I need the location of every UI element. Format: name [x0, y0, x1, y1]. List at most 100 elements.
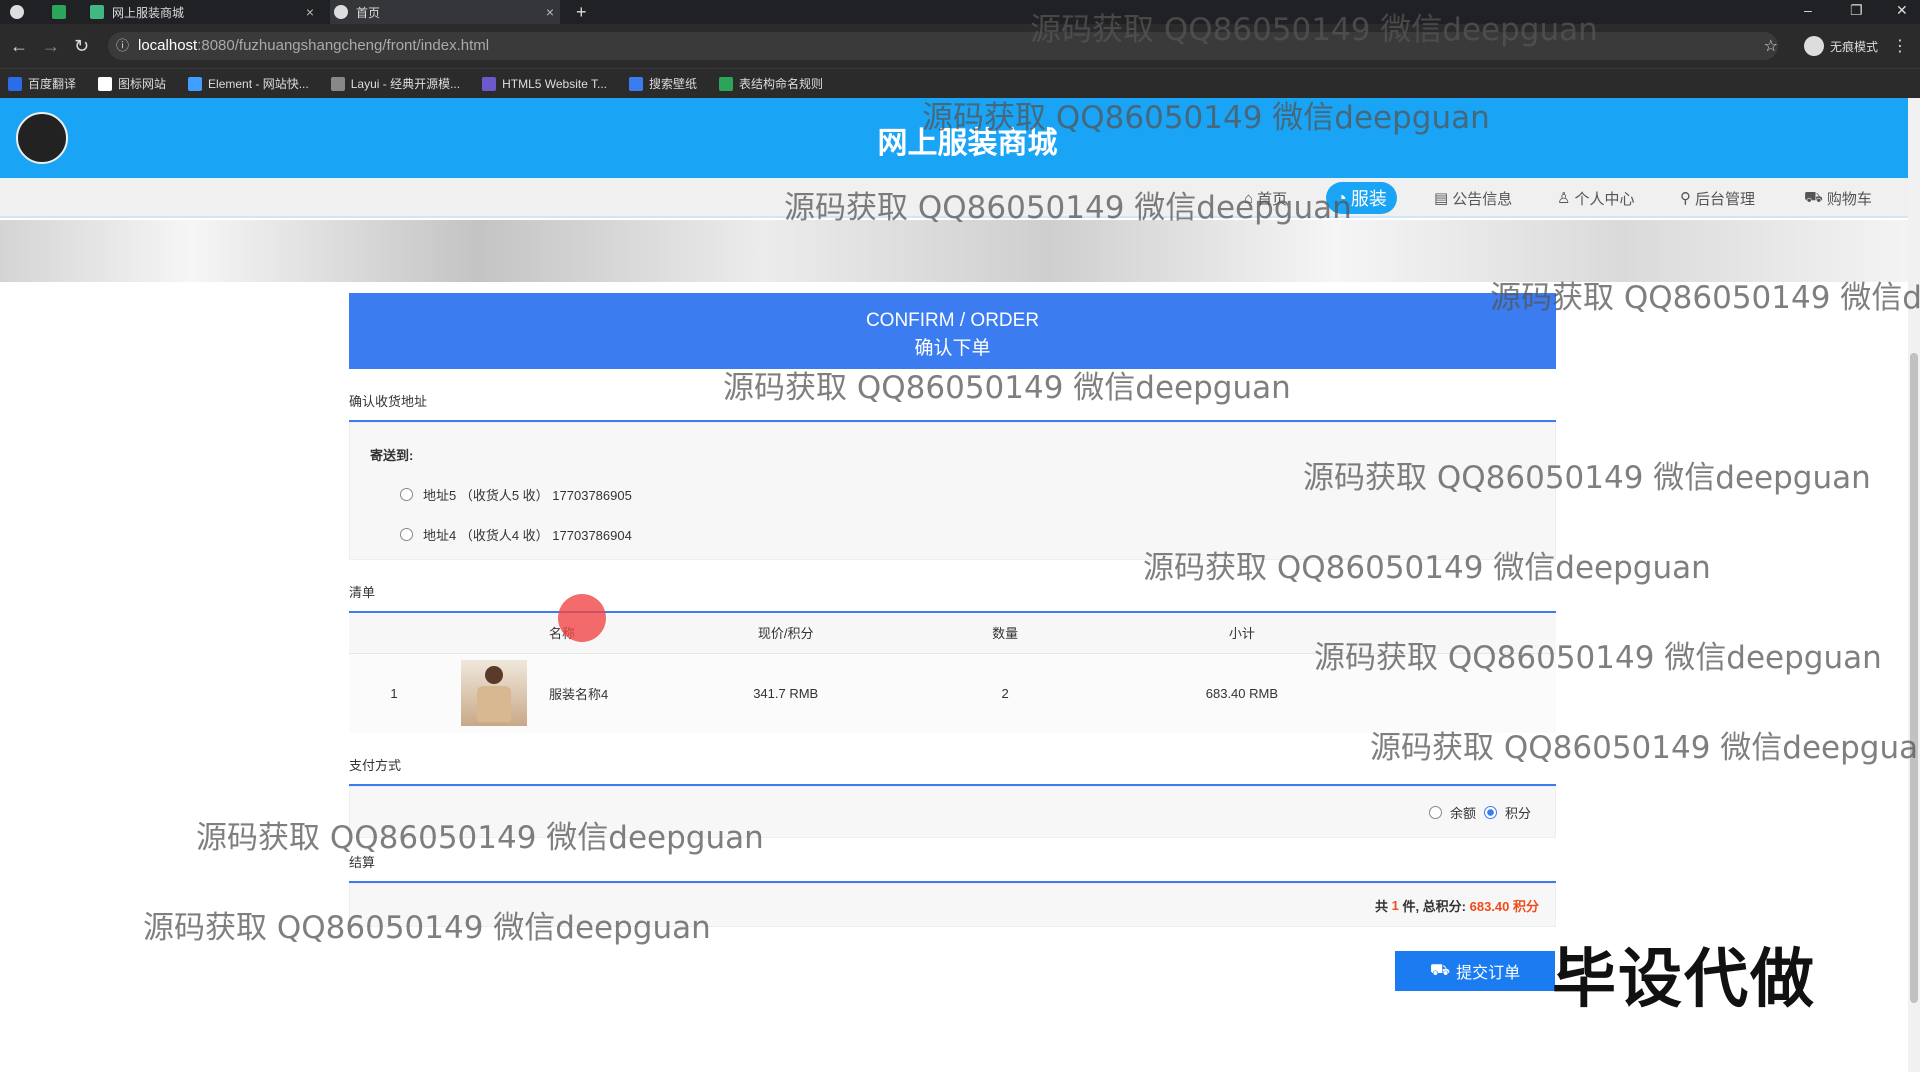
watermark: 源码获取 QQ86050149 微信deepguan — [723, 370, 1291, 406]
cart-icon: ⛟ — [1429, 962, 1451, 979]
nav-label: 服装 — [1350, 189, 1387, 209]
tab-site[interactable]: 网上服装商城 × — [90, 0, 320, 24]
submit-label: 提交订单 — [1456, 965, 1521, 982]
more-icon[interactable]: ⋮ — [1892, 36, 1908, 56]
watermark: 源码获取 QQ86050149 微信deepguan — [1370, 730, 1920, 766]
reload-icon[interactable]: ↻ — [74, 36, 89, 57]
user-icon: ♙ — [1557, 190, 1571, 207]
pinned-tab-icon[interactable] — [52, 0, 74, 24]
nav-label: 公告信息 — [1452, 190, 1513, 208]
watermark: 源码获取 QQ86050149 微信deepguan — [196, 820, 764, 856]
settle-mid: 件, 总积分: — [1402, 898, 1466, 914]
bookmark-item[interactable]: HTML5 Website T... — [482, 76, 608, 91]
nav-label: 后台管理 — [1695, 190, 1756, 208]
flag-icon — [98, 76, 113, 91]
nav-notice[interactable]: ▤ 公告信息 — [1434, 178, 1512, 218]
watermark: 源码获取 QQ86050149 微信deepguan — [922, 100, 1490, 136]
promo-text: 毕设代做 — [1552, 943, 1816, 1015]
close-icon[interactable]: × — [306, 4, 314, 20]
nav-admin[interactable]: ⚲ 后台管理 — [1680, 178, 1755, 218]
vue-icon — [90, 5, 104, 19]
item-price: 341.7 RMB — [629, 653, 943, 733]
submit-order-button[interactable]: ⛟ 提交订单 — [1395, 951, 1555, 991]
points-radio[interactable] — [1483, 805, 1497, 819]
nav-label: 个人中心 — [1574, 190, 1635, 208]
info-icon: ⓘ — [116, 38, 130, 53]
nav-cart[interactable]: ⛟ 购物车 — [1804, 178, 1872, 218]
item-qty: 2 — [942, 653, 1068, 733]
bookmark-star-icon[interactable]: ☆ — [1764, 36, 1778, 56]
browser-toolbar: ← → ↻ ⓘ localhost:8080/fuzhuangshangchen… — [0, 24, 1920, 68]
col-price: 现价/积分 — [629, 613, 943, 654]
address-radio[interactable] — [400, 527, 413, 541]
address-radio[interactable] — [400, 487, 413, 501]
bookmark-item[interactable]: 表结构命名规则 — [719, 75, 823, 92]
url-path: :8080/fuzhuangshangcheng/front/index.htm… — [197, 37, 490, 54]
bookmark-label: Layui - 经典开源模... — [350, 77, 461, 91]
item-index: 1 — [349, 653, 439, 733]
watermark: 源码获取 QQ86050149 微信deepguan — [1030, 12, 1598, 48]
close-icon[interactable]: × — [546, 4, 554, 20]
forward-icon[interactable]: → — [42, 36, 60, 57]
product-image[interactable] — [461, 660, 527, 727]
bookmark-item[interactable]: Layui - 经典开源模... — [330, 75, 461, 92]
watermark: 源码获取 QQ86050149 微信deepguan — [1303, 460, 1871, 496]
nav-user-center[interactable]: ♙ 个人中心 — [1557, 178, 1634, 218]
watermark: 源码获取 QQ86050149 微信deepguan — [1314, 640, 1882, 676]
url-host: localhost — [138, 37, 198, 54]
points-label: 积分 — [1504, 805, 1531, 821]
browser-tab-strip: 网上服装商城 × 首页 × + – ❐ ✕ — [0, 0, 1920, 24]
header-en: CONFIRM / ORDER — [865, 310, 1040, 331]
new-tab-button[interactable]: + — [576, 2, 587, 23]
page-scrollbar[interactable] — [1908, 98, 1920, 1072]
element-icon — [188, 76, 203, 91]
watermark: 源码获取 QQ86050149 微信dee — [1490, 280, 1920, 316]
restore-icon[interactable]: ❐ — [1850, 2, 1863, 19]
col-image — [439, 613, 549, 654]
item-thumbnail[interactable] — [439, 653, 549, 733]
translate-icon — [8, 76, 22, 91]
address-text: 地址5 （收货人5 收） 17703786905 — [423, 487, 632, 503]
nav-label: 购物车 — [1826, 190, 1872, 208]
back-icon[interactable]: ← — [10, 36, 28, 57]
tab-title: 网上服装商城 — [112, 5, 185, 20]
bookmark-label: 图标网站 — [118, 77, 167, 91]
minimize-icon[interactable]: – — [1804, 2, 1812, 18]
watermark: 源码获取 QQ86050149 微信deepguan — [1143, 550, 1711, 586]
bookmark-item[interactable]: 图标网站 — [98, 75, 166, 92]
settle-total: 683.40 积分 — [1469, 898, 1539, 914]
address-text: 地址4 （收货人4 收） 17703786904 — [423, 527, 632, 543]
bookmark-label: Element - 网站快... — [208, 77, 309, 91]
bookmark-label: HTML5 Website T... — [502, 76, 608, 91]
header-cn: 确认下单 — [914, 338, 991, 359]
balance-radio[interactable] — [1428, 805, 1442, 819]
cart-icon: ⛟ — [1804, 188, 1823, 206]
col-index — [349, 613, 439, 654]
bookmark-item[interactable]: 搜索壁纸 — [629, 75, 697, 92]
balance-label: 余额 — [1449, 805, 1476, 821]
bookmark-item[interactable]: Element - 网站快... — [188, 75, 309, 92]
bookmark-label: 搜索壁纸 — [649, 77, 698, 91]
bookmark-label: 表结构命名规则 — [739, 77, 824, 91]
watermark: 源码获取 QQ86050149 微信deepguan — [143, 910, 711, 946]
click-indicator — [558, 594, 606, 642]
html5-icon — [482, 76, 497, 91]
wallpaper-icon — [629, 76, 644, 91]
tab-title: 首页 — [356, 5, 381, 20]
notice-icon: ▤ — [1434, 190, 1449, 207]
sheet-icon — [719, 76, 734, 91]
bookmark-item[interactable]: 百度翻译 — [8, 75, 76, 92]
col-qty: 数量 — [942, 613, 1068, 654]
window-close-icon[interactable]: ✕ — [1896, 2, 1908, 19]
tab-home[interactable]: 首页 × — [330, 0, 560, 24]
link-icon: ⚲ — [1680, 190, 1691, 207]
confirm-order-header: CONFIRM / ORDER 确认下单 — [349, 293, 1556, 369]
watermark: 源码获取 QQ86050149 微信deepguan — [784, 190, 1352, 226]
browser-menu-icon[interactable] — [10, 0, 32, 24]
item-name[interactable]: 服装名称4 — [549, 653, 629, 733]
incognito-indicator[interactable]: 无痕模式 — [1803, 36, 1878, 56]
incognito-label: 无痕模式 — [1829, 39, 1878, 54]
globe-icon — [334, 5, 348, 19]
scrollbar-thumb[interactable] — [1910, 353, 1918, 1003]
bookmark-label: 百度翻译 — [28, 77, 77, 91]
